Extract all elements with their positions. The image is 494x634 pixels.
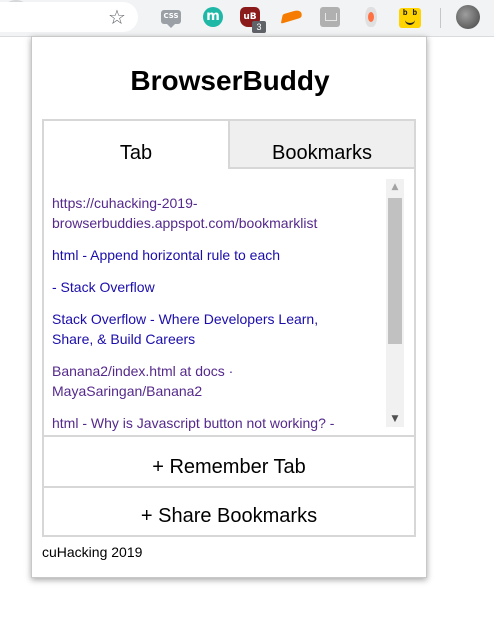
- list-scrollbar[interactable]: ▲ ▼: [386, 179, 404, 427]
- toolbar-separator: [440, 8, 441, 28]
- list-item-link[interactable]: html - Append horizontal rule to each: [52, 245, 362, 265]
- list-item-link[interactable]: https://cuhacking-2019-browserbuddies.ap…: [52, 193, 362, 233]
- bb-icon-mouth: [405, 19, 415, 25]
- list-item-link[interactable]: - Stack Overflow: [52, 277, 362, 297]
- bird-extension-icon[interactable]: [281, 7, 301, 27]
- popup-title: BrowserBuddy: [130, 65, 330, 96]
- popup-frame: Tab Bookmarks https://cuhacking-2019-bro…: [42, 119, 416, 537]
- browser-toolbar: ☆ CSS m uB 3 b b: [0, 0, 494, 37]
- footer-text: cuHacking 2019: [42, 544, 143, 560]
- scroll-up-arrow-icon[interactable]: ▲: [386, 179, 404, 195]
- bb-icon-eyes: b b: [402, 8, 418, 17]
- scroll-down-arrow-icon[interactable]: ▼: [386, 411, 404, 427]
- browserbuddy-extension-icon[interactable]: b b: [399, 8, 421, 28]
- list-item-link[interactable]: html - Why is Javascript button not work…: [52, 413, 362, 433]
- m-extension-icon[interactable]: m: [203, 7, 223, 27]
- profile-avatar[interactable]: [456, 5, 480, 29]
- share-bookmarks-button[interactable]: + Share Bookmarks: [44, 488, 414, 535]
- egg-extension-icon[interactable]: [365, 7, 377, 27]
- link-list: https://cuhacking-2019-browserbuddies.ap…: [52, 193, 362, 435]
- grey-extension-icon[interactable]: [320, 7, 340, 27]
- extension-popup: BrowserBuddy Tab Bookmarks https://cuhac…: [31, 36, 427, 578]
- remember-tab-button[interactable]: + Remember Tab: [44, 437, 414, 488]
- tab-tab[interactable]: Tab: [44, 121, 230, 169]
- link-list-area: https://cuhacking-2019-browserbuddies.ap…: [44, 171, 414, 437]
- tab-bar: Tab Bookmarks: [44, 121, 414, 169]
- list-item-link[interactable]: Banana2/index.html at docs · MayaSaringa…: [52, 361, 362, 401]
- star-icon[interactable]: ☆: [106, 6, 128, 28]
- list-item-link[interactable]: Stack Overflow - Where Developers Learn,…: [52, 309, 362, 349]
- tab-bookmarks[interactable]: Bookmarks: [230, 121, 414, 169]
- scrollbar-thumb[interactable]: [388, 198, 402, 344]
- ublock-badge: 3: [252, 21, 266, 33]
- css-extension-icon[interactable]: CSS: [161, 10, 181, 28]
